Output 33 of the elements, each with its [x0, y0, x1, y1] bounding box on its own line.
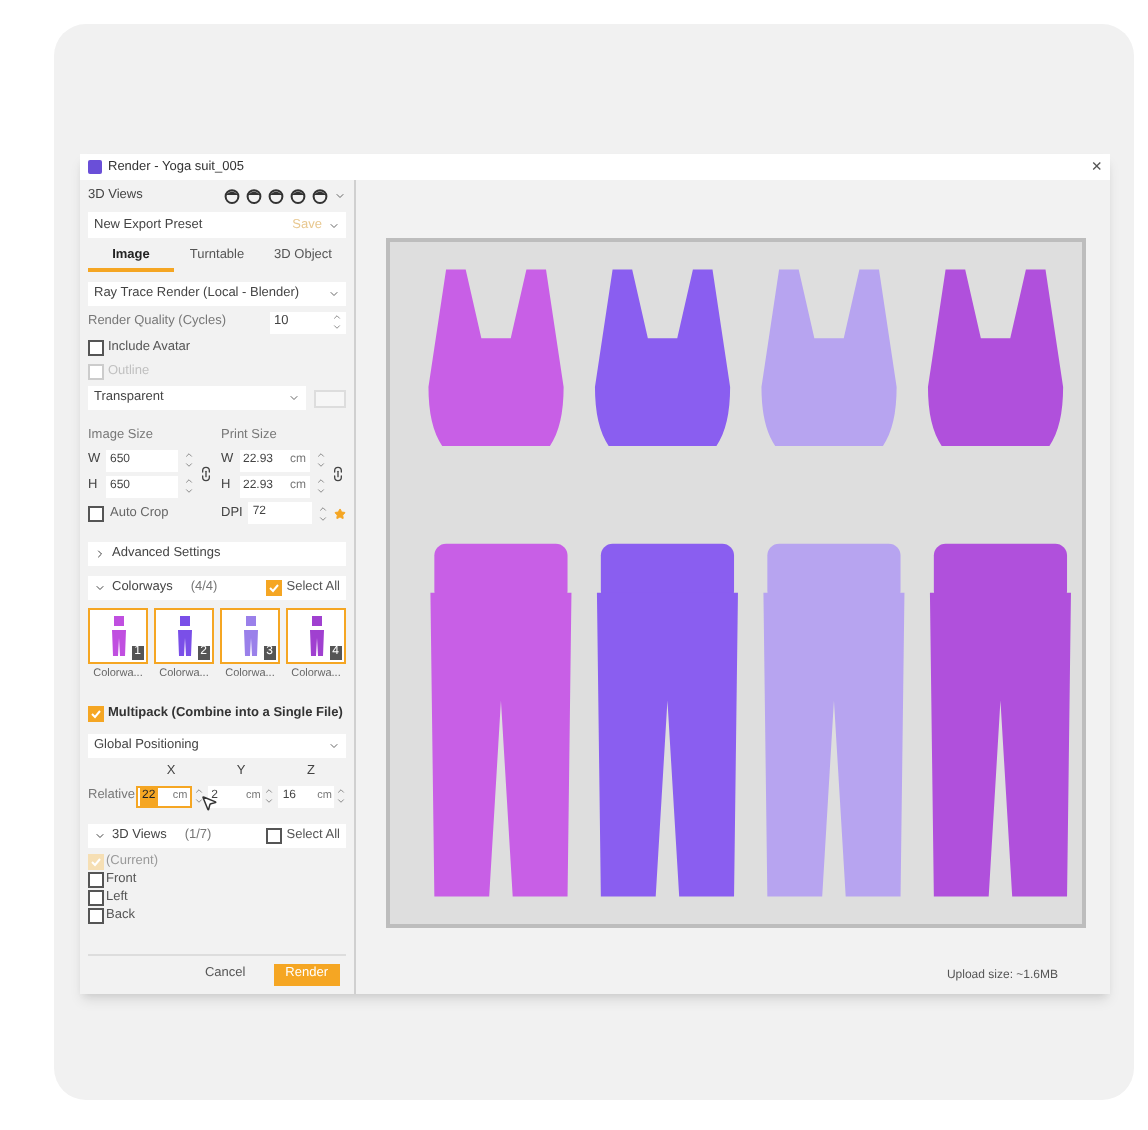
checkbox[interactable]: [88, 907, 104, 924]
spinner-arrows-icon[interactable]: [336, 786, 347, 807]
checkbox[interactable]: [88, 340, 104, 356]
spinner-arrows-icon[interactable]: [264, 786, 275, 807]
checkbox[interactable]: [266, 579, 283, 596]
checkbox[interactable]: [88, 505, 104, 522]
mouse-cursor-icon: [200, 793, 218, 812]
checkbox[interactable]: [88, 889, 104, 906]
color-swatch[interactable]: [314, 389, 346, 407]
avatar-head-icon[interactable]: [268, 188, 284, 204]
app-logo-icon: [88, 160, 102, 174]
expand-caret-icon: [94, 547, 106, 560]
link-icon[interactable]: [197, 465, 213, 482]
avatar-head-icon[interactable]: [312, 188, 328, 204]
close-button[interactable]: ×: [1091, 158, 1102, 176]
spinner-arrows-icon[interactable]: [193, 786, 204, 807]
chevron-down-icon: [288, 392, 300, 404]
checkbox[interactable]: [266, 827, 283, 844]
spinner-arrows-icon[interactable]: [332, 312, 342, 332]
avatar-head-icon[interactable]: [246, 188, 262, 204]
chevron-down-icon: [328, 288, 340, 300]
avatar-head-icon[interactable]: [224, 188, 240, 204]
star-icon: [334, 507, 346, 520]
chevron-down-icon: [328, 219, 340, 231]
collapse-caret-icon: [94, 829, 106, 842]
chevron-down-icon[interactable]: [334, 190, 346, 202]
checkbox[interactable]: [88, 706, 104, 722]
checkbox[interactable]: [88, 871, 104, 888]
spinner-arrows-icon[interactable]: [318, 503, 328, 524]
avatar-head-icon[interactable]: [290, 188, 306, 204]
chevron-down-icon: [328, 740, 340, 752]
collapse-caret-icon: [94, 581, 106, 594]
link-icon[interactable]: [330, 465, 346, 482]
